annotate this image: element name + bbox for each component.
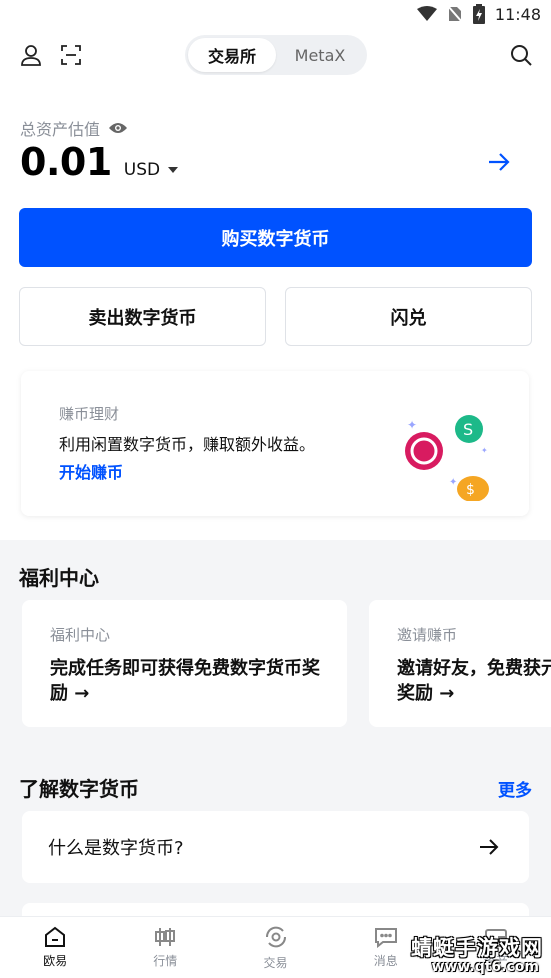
search-icon[interactable] <box>507 41 535 69</box>
welfare-card-text: 完成任务即可获得免费数字货币奖励 → <box>50 658 320 704</box>
learn-item-label: 什么是数字货币? <box>48 838 184 859</box>
balance-label-row: 总资产估值 <box>20 116 128 140</box>
currency-select[interactable]: USD <box>123 160 179 180</box>
watermark-text: 蜻蜓手游戏网 <box>411 936 543 960</box>
status-bar: 11:48 <box>0 0 551 28</box>
svg-text:S: S <box>463 420 473 439</box>
tab-label: 交易 <box>263 956 288 970</box>
more-link[interactable]: 更多 <box>498 776 532 801</box>
swap-button[interactable]: 闪兑 <box>285 287 532 346</box>
start-earning-link[interactable]: 开始赚币 <box>59 459 123 483</box>
top-bar: 交易所 MetaX <box>0 34 551 76</box>
earn-title: 赚币理财 <box>59 405 120 423</box>
tab-label: 行情 <box>153 954 178 968</box>
candlestick-icon <box>155 928 176 946</box>
welfare-card-subtitle: 福利中心 <box>50 626 111 644</box>
balance-label: 总资产估值 <box>20 120 101 139</box>
earn-description: 利用闲置数字货币，赚取额外收益。 <box>59 435 316 454</box>
tab-home[interactable]: 欧易 <box>0 917 110 978</box>
venue-switch: 交易所 MetaX <box>185 35 367 75</box>
coins-illustration: ✦ ✦ ✦ S $ <box>405 415 489 501</box>
welfare-card-subtitle: 邀请赚币 <box>397 626 458 644</box>
battery-icon <box>472 4 485 24</box>
svg-text:✦: ✦ <box>407 418 417 432</box>
tab-label: 消息 <box>373 954 398 968</box>
balance-value: 0.01 <box>20 140 112 184</box>
tab-trade[interactable]: 交易 <box>220 917 330 978</box>
caret-down-icon <box>168 167 179 173</box>
sell-crypto-button[interactable]: 卖出数字货币 <box>19 287 266 346</box>
message-icon <box>374 928 397 948</box>
balance-detail-arrow-icon[interactable] <box>487 151 511 177</box>
balance-row: 0.01 USD <box>20 140 179 188</box>
wifi-icon <box>416 6 437 21</box>
welfare-card-tasks[interactable]: 福利中心 完成任务即可获得免费数字货币奖励 → <box>22 600 347 727</box>
profile-icon[interactable] <box>17 41 45 69</box>
svg-text:✦: ✦ <box>481 446 488 455</box>
eye-icon[interactable] <box>108 121 128 135</box>
status-time: 11:48 <box>494 4 541 24</box>
scan-icon[interactable] <box>57 41 85 69</box>
watermark-logo: 蜻蜓手游戏网 www.qt6.com <box>403 932 543 976</box>
welfare-section-title: 福利中心 <box>19 566 99 590</box>
tab-exchange[interactable]: 交易所 <box>188 38 276 72</box>
welfare-card-invite[interactable]: 邀请赚币 邀请好友，免费获元奖励 → <box>369 600 551 727</box>
svg-text:✦: ✦ <box>449 477 457 488</box>
earn-card[interactable]: 赚币理财 利用闲置数字货币，赚取额外收益。 开始赚币 ✦ ✦ ✦ S $ <box>21 371 529 516</box>
arrow-right-icon <box>480 839 499 855</box>
currency-label: USD <box>123 160 161 180</box>
tab-markets[interactable]: 行情 <box>110 917 220 978</box>
tab-metax[interactable]: MetaX <box>276 38 364 72</box>
learn-section-title: 了解数字货币 <box>19 777 139 801</box>
learn-item[interactable]: 什么是数字货币? <box>22 811 529 883</box>
watermark-url: www.qt6.com <box>431 959 539 975</box>
tab-label: 欧易 <box>43 954 68 968</box>
svg-text:$: $ <box>466 482 475 498</box>
trade-icon <box>265 926 286 948</box>
welfare-card-text: 邀请好友，免费获元奖励 → <box>397 658 551 704</box>
home-icon <box>45 926 66 947</box>
buy-crypto-button[interactable]: 购买数字货币 <box>19 208 532 267</box>
no-sim-icon <box>447 5 463 23</box>
